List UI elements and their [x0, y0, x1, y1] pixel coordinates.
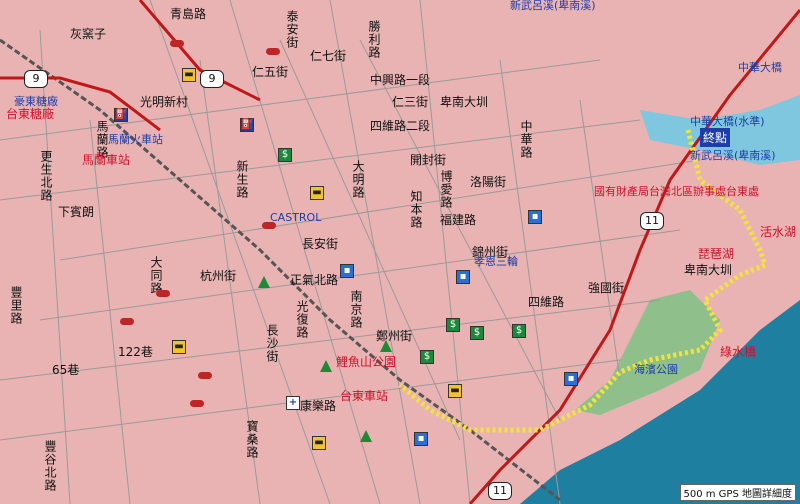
- hospital-icon[interactable]: +: [286, 396, 300, 410]
- park-tree-icon: [380, 340, 392, 352]
- street-label: 新生路: [235, 160, 249, 199]
- building-icon[interactable]: ▪: [340, 264, 354, 278]
- building-icon[interactable]: ▪: [564, 372, 578, 386]
- street-label: 長沙街: [265, 324, 279, 363]
- street-label: 四維路: [528, 295, 565, 309]
- street-label: 福建路: [440, 213, 477, 227]
- street-label: 65巷: [52, 363, 80, 377]
- car-icon: [190, 400, 204, 407]
- street-label: 中華路: [519, 120, 533, 159]
- highway-11-shield-2: 11: [488, 482, 512, 500]
- restaurant-icon[interactable]: ▬: [172, 340, 186, 354]
- poi-label: 孝恩三輪: [474, 255, 518, 268]
- street-label: 寶桑路: [245, 420, 259, 459]
- street-label: 博愛路: [439, 170, 453, 209]
- street-label: 仁五街: [252, 65, 289, 79]
- highway-11-shield: 11: [640, 212, 664, 230]
- car-icon: [170, 40, 184, 47]
- place-label: 綠水橋: [720, 345, 757, 359]
- street-label: 杭州街: [200, 269, 237, 283]
- street-label: 仁三街: [392, 95, 429, 109]
- road-grid: [0, 0, 701, 504]
- bank-icon[interactable]: $: [470, 326, 484, 340]
- place-label: 國有財產局台灣北區辦事處台東處: [594, 185, 759, 198]
- street-label: 豐谷北路: [43, 440, 57, 492]
- bank-icon[interactable]: $: [420, 350, 434, 364]
- street-label: 光復路: [295, 300, 309, 339]
- bank-icon[interactable]: $: [446, 318, 460, 332]
- street-label: 開封街: [410, 153, 447, 167]
- highway-9-shield: 9: [24, 70, 48, 88]
- park-tree-icon: [360, 430, 372, 442]
- place-label: 豪東糖廠: [14, 95, 58, 108]
- street-label: 知本路: [409, 190, 423, 229]
- park-tree-icon: [320, 360, 332, 372]
- street-label: 更生北路: [39, 150, 53, 202]
- park-tree-icon: [258, 276, 270, 288]
- building-icon[interactable]: ▪: [528, 210, 542, 224]
- bank-icon[interactable]: $: [278, 148, 292, 162]
- restaurant-icon[interactable]: ▬: [448, 384, 462, 398]
- river-label: 新武呂溪(卑南溪): [510, 0, 596, 12]
- place-label: 灰窯子: [70, 27, 107, 41]
- car-icon: [266, 48, 280, 55]
- street-label: 豐里路: [9, 286, 23, 325]
- place-label: 光明新村: [140, 95, 189, 109]
- street-label: 122巷: [118, 345, 153, 359]
- bank-icon[interactable]: $: [512, 324, 526, 338]
- building-icon[interactable]: ▪: [456, 270, 470, 284]
- street-label: 四維路二段: [370, 119, 431, 133]
- street-label: 青島路: [170, 7, 207, 21]
- highway-9-shield-2: 9: [200, 70, 224, 88]
- place-label: 馬蘭火車站: [108, 133, 163, 146]
- place-label: 下賓朗: [58, 205, 95, 219]
- street-label: 正氣北路: [290, 273, 339, 287]
- canal-label: 卑南大圳: [440, 95, 489, 109]
- place-label: 馬蘭車站: [82, 153, 131, 167]
- map-scale: 500 m GPS 地圖詳細度: [679, 484, 796, 501]
- gas-station-icon[interactable]: ⛽: [114, 108, 128, 122]
- car-icon: [120, 318, 134, 325]
- restaurant-icon[interactable]: ▬: [312, 436, 326, 450]
- street-label: 中興路一段: [370, 73, 431, 87]
- car-icon: [198, 372, 212, 379]
- street-label: 康樂路: [300, 399, 337, 413]
- place-label: 鯉魚山公園: [336, 355, 397, 369]
- poi-label: CASTROL: [270, 211, 322, 224]
- street-label: 大明路: [351, 160, 365, 199]
- street-label: 仁七街: [310, 49, 347, 63]
- street-label: 勝利路: [367, 20, 381, 59]
- street-label: 南京路: [349, 290, 363, 329]
- street-label: 泰安街: [285, 10, 299, 49]
- route-end-marker[interactable]: 終點: [700, 128, 731, 147]
- canal-label: 卑南大圳: [684, 263, 733, 277]
- place-label: 活水湖: [760, 225, 797, 239]
- bridge-label: 中華大橋: [738, 61, 782, 74]
- gas-station-icon[interactable]: ⛽: [240, 118, 254, 132]
- place-label: 琵琶湖: [698, 247, 735, 261]
- bridge-label: 中華大橋(水準): [690, 115, 765, 128]
- car-icon: [156, 290, 170, 297]
- building-icon[interactable]: ▪: [414, 432, 428, 446]
- park-label: 海濱公園: [634, 363, 678, 376]
- street-label: 長安街: [302, 237, 339, 251]
- car-icon: [262, 222, 276, 229]
- place-label: 台東車站: [340, 389, 389, 403]
- restaurant-icon[interactable]: ▬: [182, 68, 196, 82]
- street-label: 強國街: [588, 281, 625, 295]
- place-label: 台東糖廠: [6, 107, 55, 121]
- map-canvas[interactable]: 9 9 11 11 灰窯子 光明新村 下賓朗 仁五街 仁七街 中興路一段 四維路…: [0, 0, 800, 504]
- street-label: 洛陽街: [470, 175, 507, 189]
- river-label: 新武呂溪(卑南溪): [690, 149, 776, 162]
- restaurant-icon[interactable]: ▬: [310, 186, 324, 200]
